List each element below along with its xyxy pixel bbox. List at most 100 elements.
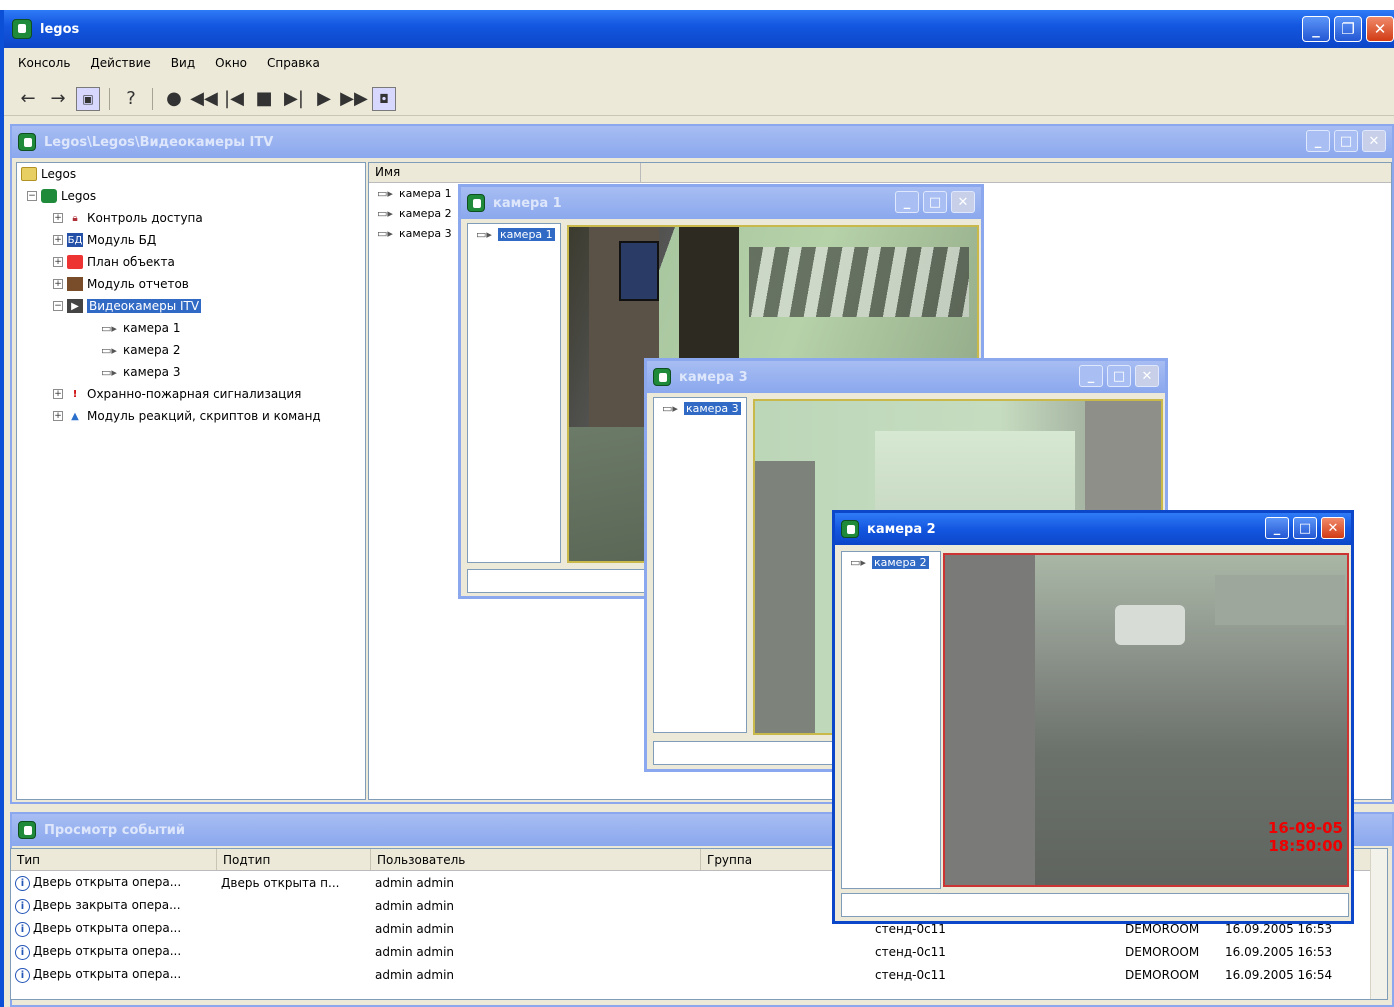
- fast-forward-icon[interactable]: ▶▶: [340, 87, 368, 111]
- minimize-button[interactable]: _: [1306, 130, 1330, 152]
- tree-node-legos[interactable]: − Legos: [17, 185, 365, 207]
- camera-2-window: камера 2 _ □ ✕ ▭▸ камера 2 16-09-05 18:50…: [832, 510, 1354, 924]
- tree-window-title: Legos\Legos\Видеокамеры ITV: [44, 134, 274, 150]
- collapse-icon[interactable]: −: [27, 191, 37, 201]
- column-subtype[interactable]: Подтип: [217, 849, 371, 870]
- column-name[interactable]: Имя: [369, 163, 641, 182]
- toolbar: ← → ▣ ? ● ◀◀ |◀ ■ ▶| ▶ ▶▶ ◘: [4, 82, 1394, 116]
- camera-icon: ▭▸: [101, 365, 117, 379]
- record-icon[interactable]: ◘: [372, 86, 396, 111]
- camera-icon: ▭▸: [101, 343, 117, 357]
- show-hide-tree-icon[interactable]: ▣: [76, 86, 100, 111]
- info-icon: i: [15, 921, 30, 937]
- expand-icon[interactable]: +: [53, 279, 63, 289]
- tree-item-camera[interactable]: ▭▸ камера 1: [17, 317, 365, 339]
- camera-3-tree[interactable]: ▭▸ камера 3: [653, 397, 747, 733]
- window-icon: [841, 520, 859, 538]
- close-button[interactable]: ✕: [1321, 517, 1345, 539]
- expand-icon[interactable]: +: [53, 235, 63, 245]
- camera-1-tree[interactable]: ▭▸ камера 1: [467, 223, 561, 563]
- help-icon[interactable]: ?: [119, 87, 143, 111]
- events-scrollbar[interactable]: [1370, 849, 1387, 999]
- step-back-icon[interactable]: |◀: [222, 87, 246, 111]
- camera-2-title: камера 2: [867, 521, 936, 537]
- camera-2-tree[interactable]: ▭▸ камера 2: [841, 551, 941, 889]
- expand-icon[interactable]: +: [53, 213, 63, 223]
- stop-icon[interactable]: ■: [252, 87, 276, 111]
- menu-console[interactable]: Консоль: [18, 56, 70, 70]
- column-type[interactable]: Тип: [11, 849, 217, 870]
- app-icon: [12, 19, 32, 39]
- close-button[interactable]: ✕: [951, 191, 975, 213]
- tree-item-video-cameras[interactable]: − ▶ Видеокамеры ITV: [17, 295, 365, 317]
- tree-item-camera[interactable]: ▭▸ камера 2: [842, 552, 940, 572]
- rewind-icon[interactable]: ◀◀: [190, 87, 218, 111]
- camera-icon: ▭▸: [476, 227, 492, 241]
- camera-icon: ▭▸: [662, 401, 678, 415]
- tree-item[interactable]: + ▲ Модуль реакций, скриптов и команд: [17, 405, 365, 427]
- camera-icon: ▭▸: [377, 206, 393, 220]
- camera-3-titlebar: камера 3 _ □ ✕: [647, 361, 1165, 393]
- folder-icon: [21, 167, 37, 181]
- table-row[interactable]: i Дверь открыта опера... admin admin стен…: [11, 940, 1387, 963]
- window-icon: [18, 821, 36, 839]
- menu-window[interactable]: Окно: [215, 56, 247, 70]
- maximize-button[interactable]: □: [923, 191, 947, 213]
- app-titlebar: legos _ ❐ ✕: [4, 10, 1394, 48]
- close-button[interactable]: ✕: [1135, 365, 1159, 387]
- report-icon: [67, 277, 83, 291]
- video-icon: ▶: [67, 299, 83, 313]
- play-icon[interactable]: ▶: [312, 87, 336, 111]
- minimize-button[interactable]: _: [1079, 365, 1103, 387]
- expand-icon[interactable]: +: [53, 389, 63, 399]
- menu-action[interactable]: Действие: [90, 56, 150, 70]
- minimize-button[interactable]: _: [1265, 517, 1289, 539]
- camera-2-titlebar: камера 2 _ □ ✕: [835, 513, 1351, 545]
- menu-view[interactable]: Вид: [171, 56, 195, 70]
- camera-icon: ▭▸: [850, 555, 866, 569]
- camera-icon: ▭▸: [377, 186, 393, 200]
- collapse-icon[interactable]: −: [53, 301, 63, 311]
- info-icon: i: [15, 875, 30, 891]
- properties-icon[interactable]: ●: [162, 87, 186, 111]
- column-user[interactable]: Пользователь: [371, 849, 701, 870]
- tree-item-camera[interactable]: ▭▸ камера 3: [17, 361, 365, 383]
- tree-root[interactable]: Legos: [17, 163, 365, 185]
- forward-arrow-icon[interactable]: →: [46, 87, 70, 111]
- expand-icon[interactable]: +: [53, 411, 63, 421]
- map-icon: [67, 255, 83, 269]
- restore-button[interactable]: ❐: [1334, 16, 1362, 42]
- menu-help[interactable]: Справка: [267, 56, 320, 70]
- tree-item[interactable]: + Модуль отчетов: [17, 273, 365, 295]
- legos-icon: [41, 189, 57, 203]
- info-icon: i: [15, 967, 30, 983]
- step-forward-icon[interactable]: ▶|: [282, 87, 306, 111]
- camera-2-feed: 16-09-05 18:50:00: [943, 553, 1349, 887]
- tree-item-camera[interactable]: ▭▸ камера 1: [468, 224, 560, 244]
- tree-item[interactable]: + 🔒︎ Контроль доступа: [17, 207, 365, 229]
- table-row[interactable]: i Дверь открыта опера... admin admin стен…: [11, 963, 1387, 986]
- tree-item[interactable]: + БД Модуль БД: [17, 229, 365, 251]
- maximize-button[interactable]: □: [1334, 130, 1358, 152]
- tree-view[interactable]: Legos − Legos + 🔒︎ Контроль доступа + БД…: [16, 162, 366, 800]
- minimize-button[interactable]: _: [1302, 16, 1330, 42]
- window-icon: [653, 368, 671, 386]
- window-icon: [18, 133, 36, 151]
- maximize-button[interactable]: □: [1107, 365, 1131, 387]
- tree-window-titlebar: Legos\Legos\Видеокамеры ITV _ □ ✕: [12, 126, 1392, 158]
- database-icon: БД: [67, 233, 83, 247]
- expand-icon[interactable]: +: [53, 257, 63, 267]
- close-button[interactable]: ✕: [1366, 16, 1394, 42]
- minimize-button[interactable]: _: [895, 191, 919, 213]
- alarm-icon: !: [72, 388, 78, 400]
- script-icon: ▲: [71, 410, 79, 422]
- tree-item[interactable]: + ! Охранно-пожарная сигнализация: [17, 383, 365, 405]
- menu-bar: Консоль Действие Вид Окно Справка: [4, 50, 1394, 76]
- info-icon: i: [15, 944, 30, 960]
- close-button[interactable]: ✕: [1362, 130, 1386, 152]
- tree-item-camera[interactable]: ▭▸ камера 2: [17, 339, 365, 361]
- tree-item-camera[interactable]: ▭▸ камера 3: [654, 398, 746, 418]
- maximize-button[interactable]: □: [1293, 517, 1317, 539]
- tree-item[interactable]: + План объекта: [17, 251, 365, 273]
- back-arrow-icon[interactable]: ←: [16, 87, 40, 111]
